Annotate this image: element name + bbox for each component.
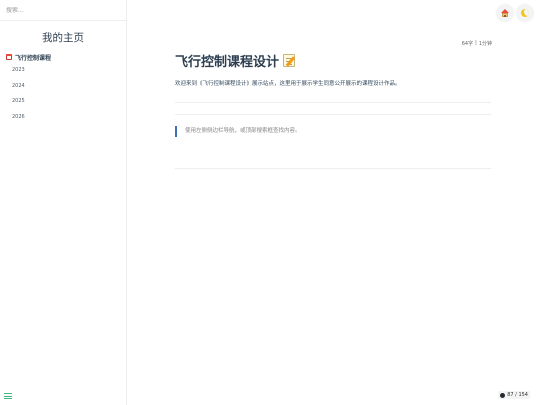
sidebar-item-2026[interactable]: 2026: [0, 110, 126, 126]
reading-meta: 64字 | 1分钟: [462, 40, 492, 47]
sidebar-item-label: 飞行控制课程: [15, 54, 52, 62]
sidebar-item-2023[interactable]: 2023: [0, 63, 126, 79]
main-content: 64字 | 1分钟 飞行控制课程设计 欢迎来到《飞行控制课程设计》展示站点，这里…: [127, 0, 540, 405]
search-bar: [0, 0, 126, 21]
sidebar-item-course[interactable]: 飞行控制课程: [0, 51, 126, 63]
badge-count: 87 / 154: [507, 392, 528, 398]
tip-callout: 使用左侧侧边栏导航，或顶部搜索框查找内容。: [175, 126, 301, 137]
site-name[interactable]: 我的主页: [0, 31, 126, 45]
page-title-text: 飞行控制课程设计: [175, 54, 280, 70]
sidebar: 我的主页 飞行控制课程 2023 2024 2025 2026: [0, 0, 127, 405]
divider: [175, 102, 491, 103]
divider: [175, 168, 491, 169]
sidebar-nav: 飞行控制课程 2023 2024 2025 2026: [0, 51, 126, 125]
meta-separator: |: [475, 40, 477, 46]
app-root: 我的主页 飞行控制课程 2023 2024 2025 2026 64字 | 1分…: [0, 0, 540, 405]
github-icon: [500, 392, 506, 398]
github-badge[interactable]: 87 / 154: [498, 391, 530, 399]
page-title: 飞行控制课程设计: [175, 51, 296, 70]
memo-icon: [283, 53, 296, 67]
search-input[interactable]: [6, 6, 116, 14]
menu-toggle-icon[interactable]: [4, 393, 12, 399]
calendar-icon: [6, 54, 12, 60]
word-count: 64字: [461, 41, 474, 47]
intro-paragraph: 欢迎来到《飞行控制课程设计》展示站点，这里用于展示学生同意公开展示的课程设计作品…: [175, 81, 401, 87]
divider: [175, 114, 491, 115]
sidebar-item-2024[interactable]: 2024: [0, 79, 126, 95]
sidebar-item-2025[interactable]: 2025: [0, 94, 126, 110]
read-time: 1分钟: [478, 41, 492, 47]
